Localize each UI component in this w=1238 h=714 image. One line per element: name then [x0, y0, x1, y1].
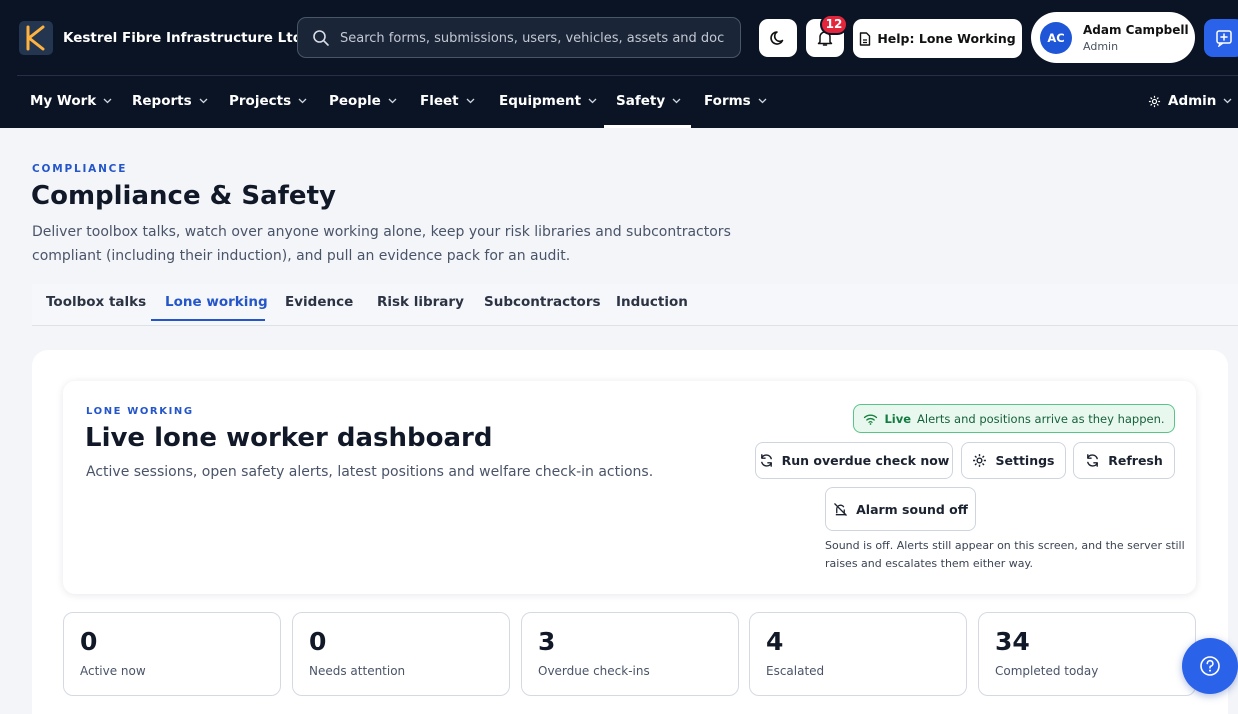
nav-item-fleet[interactable]: Fleet [420, 93, 475, 109]
nav-label: Reports [132, 93, 192, 109]
tab-evidence[interactable]: Evidence [285, 294, 353, 310]
nav-item-people[interactable]: People [329, 93, 397, 109]
stat-label: Overdue check-ins [538, 664, 650, 678]
add-message-icon [1216, 30, 1232, 47]
tab-risk-library[interactable]: Risk library [377, 294, 464, 310]
search-icon [313, 30, 329, 46]
stat-label: Needs attention [309, 664, 406, 678]
main-nav: My Work Reports Projects People Fleet Eq… [0, 76, 1238, 128]
nav-item-projects[interactable]: Projects [229, 93, 307, 109]
help-chat-button[interactable] [1182, 638, 1238, 694]
theme-toggle-button[interactable] [759, 19, 797, 57]
chevron-down-icon [672, 98, 681, 104]
nav-item-admin[interactable]: Admin [1148, 93, 1232, 109]
live-text: Alerts and positions arrive as they happ… [917, 411, 1165, 426]
dashboard-eyebrow: LONE WORKING [86, 406, 194, 417]
wifi-icon [864, 414, 878, 425]
stat-value: 34 [995, 627, 1030, 656]
refresh-icon [760, 454, 772, 467]
tab-active-indicator [151, 319, 265, 321]
stat-card-needs-attention[interactable]: 0 Needs attention [292, 612, 510, 696]
nav-item-safety[interactable]: Safety [616, 93, 681, 109]
nav-active-indicator [604, 125, 691, 128]
document-icon [860, 31, 871, 46]
run-overdue-check-button[interactable]: Run overdue check now [755, 442, 953, 479]
nav-item-reports[interactable]: Reports [132, 93, 208, 109]
chevron-down-icon [758, 98, 767, 104]
chevron-down-icon [588, 98, 597, 104]
tab-lone-working[interactable]: Lone working [165, 294, 268, 310]
avatar: AC [1040, 22, 1072, 54]
gear-icon [973, 454, 987, 467]
tab-subcontractors[interactable]: Subcontractors [484, 294, 601, 310]
live-label: Live [884, 411, 912, 426]
tab-toolbox-talks[interactable]: Toolbox talks [46, 294, 146, 310]
refresh-label: Refresh [1108, 453, 1163, 468]
nav-label: People [329, 93, 381, 109]
stat-label: Active now [80, 664, 146, 678]
nav-label: Projects [229, 93, 292, 109]
stat-label: Escalated [766, 664, 825, 678]
user-menu[interactable]: AC Adam Campbell Admin [1031, 12, 1195, 63]
nav-label: Safety [616, 93, 666, 109]
nav-label: Fleet [420, 93, 459, 109]
search-input[interactable] [340, 27, 725, 49]
stat-card-escalated[interactable]: 4 Escalated [749, 612, 967, 696]
chevron-down-icon [103, 98, 112, 104]
bell-off-icon [834, 502, 847, 516]
chevron-down-icon [199, 98, 208, 104]
settings-label: Settings [995, 453, 1055, 468]
refresh-button[interactable]: Refresh [1073, 442, 1175, 479]
stat-value: 0 [309, 627, 327, 656]
tab-induction[interactable]: Induction [616, 294, 688, 310]
user-name: Adam Campbell [1083, 23, 1189, 37]
nav-item-equipment[interactable]: Equipment [499, 93, 597, 109]
chevron-down-icon [1223, 98, 1232, 104]
gear-icon [1148, 95, 1161, 107]
dashboard-title: Live lone worker dashboard [85, 423, 493, 453]
run-overdue-check-label: Run overdue check now [781, 453, 950, 468]
stat-value: 4 [766, 627, 784, 656]
chevron-down-icon [466, 98, 475, 104]
nav-item-my-work[interactable]: My Work [30, 93, 112, 109]
global-search[interactable] [297, 17, 741, 58]
settings-button[interactable]: Settings [961, 442, 1066, 479]
nav-item-forms[interactable]: Forms [704, 93, 767, 109]
alarm-sound-label: Alarm sound off [856, 501, 968, 517]
nav-label: Equipment [499, 93, 582, 109]
live-status-badge: Live Alerts and positions arrive as they… [853, 404, 1175, 433]
company-logo-icon[interactable] [19, 21, 53, 55]
section-eyebrow: COMPLIANCE [32, 163, 128, 175]
nav-label: Admin [1168, 93, 1217, 109]
user-role: Admin [1083, 40, 1119, 53]
quick-add-button[interactable] [1204, 19, 1238, 57]
help-button-label: Help: Lone Working [877, 31, 1016, 46]
nav-label: My Work [30, 93, 97, 109]
chevron-down-icon [298, 98, 307, 104]
sound-note: Sound is off. Alerts still appear on thi… [825, 539, 1185, 570]
stat-card-completed-today[interactable]: 34 Completed today [978, 612, 1196, 696]
stat-card-active-now[interactable]: 0 Active now [63, 612, 281, 696]
moon-icon [770, 31, 784, 45]
page-description: Deliver toolbox talks, watch over anyone… [32, 224, 731, 264]
refresh-icon [1087, 454, 1099, 467]
stat-value: 3 [538, 627, 556, 656]
alarm-sound-toggle[interactable]: Alarm sound off [825, 487, 976, 531]
nav-label: Forms [704, 93, 751, 109]
stat-card-overdue-check-ins[interactable]: 3 Overdue check-ins [521, 612, 739, 696]
chevron-down-icon [388, 98, 397, 104]
stat-label: Completed today [995, 664, 1099, 678]
company-name: Kestrel Fibre Infrastructure Ltd [63, 30, 303, 46]
dashboard-description: Active sessions, open safety alerts, lat… [86, 464, 654, 480]
notification-count-badge: 12 [820, 14, 848, 35]
top-bar: Kestrel Fibre Infrastructure Ltd 12 Help… [0, 0, 1238, 128]
stat-value: 0 [80, 627, 98, 656]
help-button[interactable]: Help: Lone Working [853, 19, 1022, 58]
question-mark-icon [1200, 656, 1220, 676]
page-title: Compliance & Safety [31, 181, 336, 211]
